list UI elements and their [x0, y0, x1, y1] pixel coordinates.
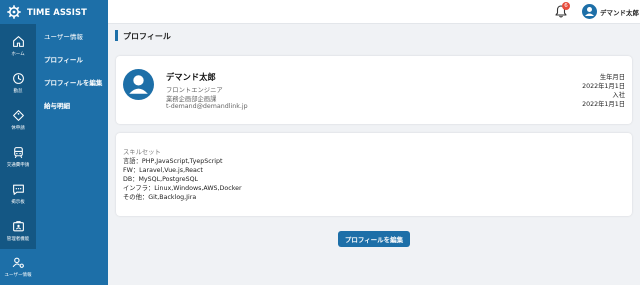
skill-line: 言語：PHP,JavaScript,TyepScript [123, 158, 223, 165]
submenu-item-edit-profile[interactable]: プロフィールを編集 [44, 77, 102, 87]
main-nav: ホーム 勤怠 休申請 交通費申請 掲示板 管理者機能 ユーザー情報 [0, 24, 36, 285]
avatar[interactable] [582, 4, 597, 19]
profile-name: デマンド太郎 [166, 72, 216, 82]
nav-label: 休申請 [11, 126, 25, 131]
skill-line: FW：Laravel,Vue.js,React [123, 167, 203, 174]
joined-value: 2022年1月1日 [582, 101, 625, 108]
page-title: プロフィール [123, 32, 171, 41]
submenu-item-payslip[interactable]: 給与明細 [44, 100, 70, 110]
sub-menu: ユーザー情報 プロフィール プロフィールを編集 給与明細 [36, 24, 108, 285]
tag-icon [12, 110, 24, 121]
profile-position: フロントエンジニア [166, 87, 223, 94]
chat-icon [12, 184, 24, 195]
train-icon [13, 147, 23, 159]
top-header: TIME ASSIST 6 デマンド太郎 [0, 0, 640, 24]
nav-label: 交通費申請 [6, 163, 30, 168]
skill-line: DB：MySQL,PostgreSQL [123, 176, 199, 183]
nav-label: 掲示板 [11, 200, 25, 205]
skills-title: スキルセット [123, 149, 161, 156]
submenu-item-profile[interactable]: プロフィール [44, 54, 83, 64]
admin-icon [12, 221, 24, 232]
nav-label: 管理者機能 [6, 237, 30, 242]
profile-card: デマンド太郎 フロントエンジニア 業務企画部企画課 t-demand@deman… [116, 56, 632, 124]
brand-logo[interactable]: TIME ASSIST [0, 0, 108, 24]
submenu-title: ユーザー情報 [44, 33, 83, 41]
header-user-name[interactable]: デマンド太郎 [600, 7, 639, 17]
profile-avatar-icon [123, 69, 154, 100]
nav-item-transport[interactable]: 交通費申請 [0, 139, 36, 175]
birthday-value: 2022年1月1日 [582, 83, 625, 90]
nav-label: ホーム [11, 52, 25, 57]
gear-logo-icon [7, 5, 21, 19]
user-settings-icon [12, 257, 24, 268]
app-name: TIME ASSIST [27, 7, 87, 17]
nav-item-board[interactable]: 掲示板 [0, 176, 36, 212]
edit-profile-button[interactable]: プロフィールを編集 [338, 231, 410, 247]
nav-item-home[interactable]: ホーム [0, 28, 36, 64]
profile-email: t-demand@demandlink.jp [166, 103, 248, 110]
nav-label: ユーザー情報 [4, 273, 32, 278]
skill-line: インフラ：Linux,Windows,AWS,Docker [123, 185, 242, 192]
clock-icon [12, 73, 24, 84]
joined-label: 入社 [612, 92, 625, 99]
skill-line: その他：Git,Backlog,Jira [123, 194, 197, 201]
skills-card: スキルセット 言語：PHP,JavaScript,TyepScript FW：L… [116, 133, 632, 216]
title-accent-bar [115, 30, 118, 41]
profile-department: 業務企画部企画課 [166, 96, 217, 103]
nav-label: 勤怠 [13, 89, 23, 94]
notification-badge: 6 [562, 2, 570, 10]
nav-item-admin[interactable]: 管理者機能 [0, 213, 36, 249]
home-icon [12, 36, 24, 47]
birthday-label: 生年月日 [599, 74, 625, 81]
nav-item-user-info[interactable]: ユーザー情報 [0, 249, 36, 285]
nav-item-attendance[interactable]: 勤怠 [0, 65, 36, 101]
nav-item-leave-request[interactable]: 休申請 [0, 102, 36, 138]
